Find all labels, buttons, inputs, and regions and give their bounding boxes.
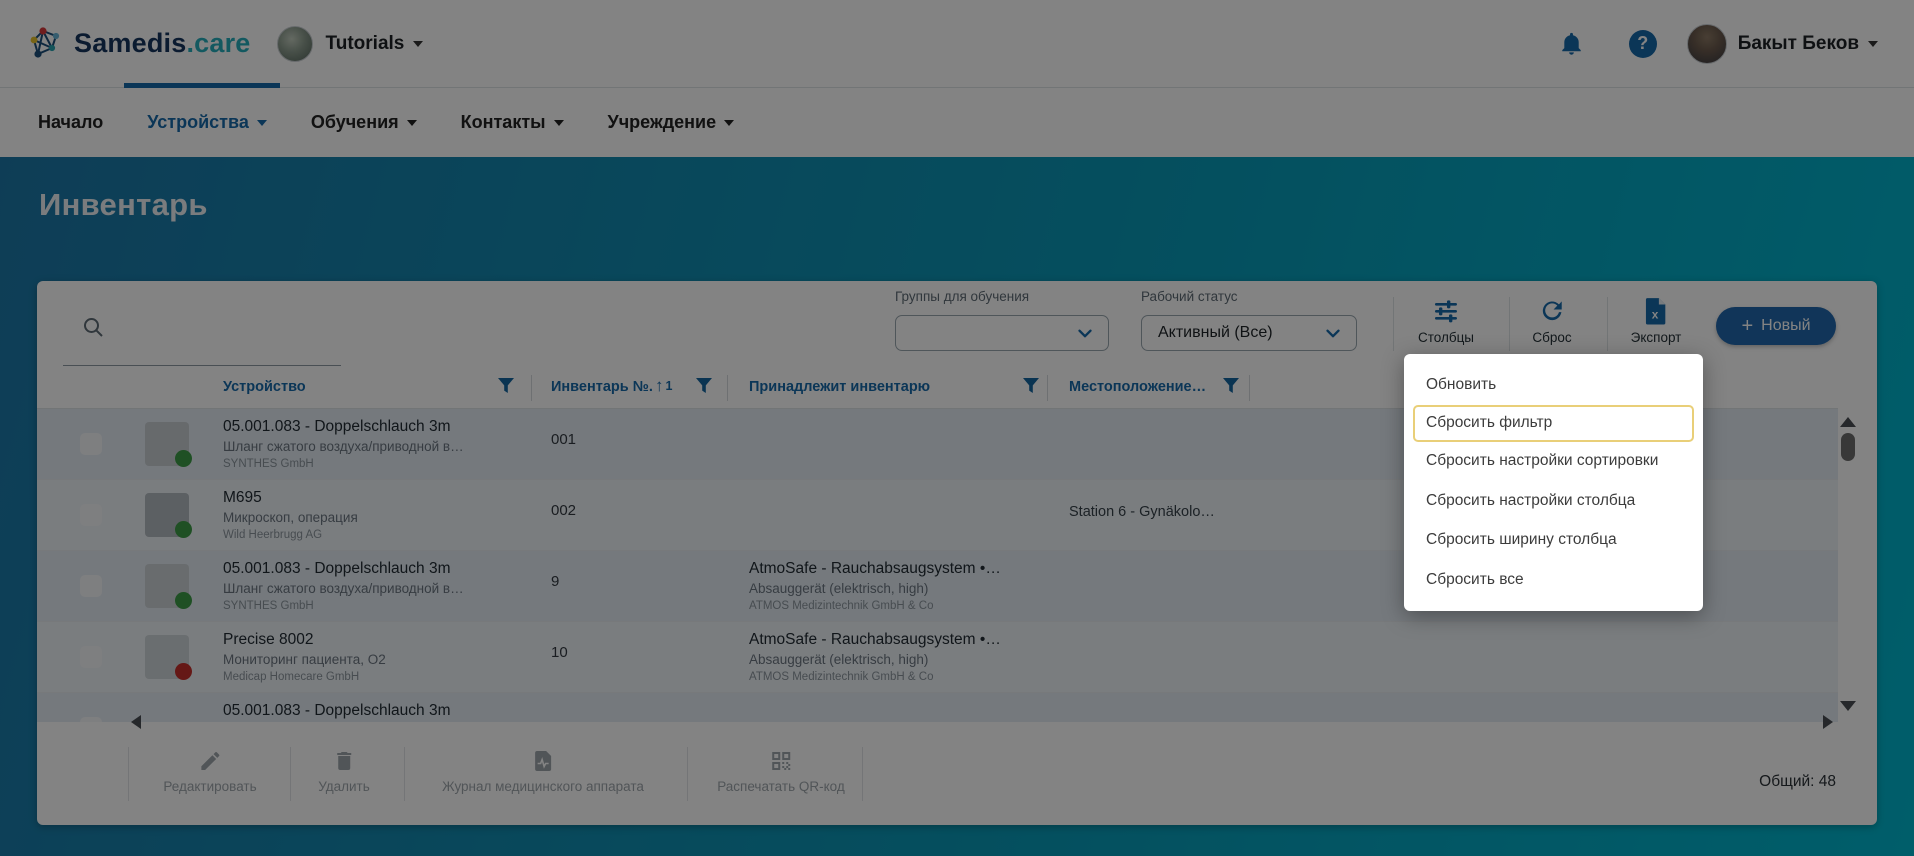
menu-item-refresh[interactable]: Обновить <box>1404 365 1703 405</box>
app-screen: Samedis.care Tutorials ? Бакыт Беков Нач… <box>0 0 1914 856</box>
menu-item-reset-column-settings[interactable]: Сбросить настройки столбца <box>1404 481 1703 521</box>
menu-item-reset-all[interactable]: Сбросить все <box>1404 560 1703 600</box>
columns-context-menu: Обновить Сбросить фильтр Сбросить настро… <box>1404 354 1703 611</box>
menu-item-reset-filter[interactable]: Сбросить фильтр <box>1413 404 1694 442</box>
menu-item-reset-sort-settings[interactable]: Сбросить настройки сортировки <box>1404 442 1703 482</box>
menu-item-reset-column-width[interactable]: Сбросить ширину столбца <box>1404 521 1703 561</box>
